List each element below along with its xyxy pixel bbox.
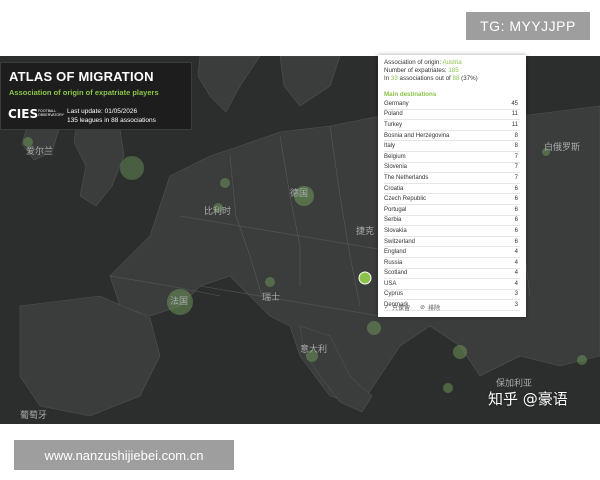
table-row: Bosnia and Herzegovina 8 — [384, 131, 520, 142]
map-label-ireland: 爱尔兰 — [26, 147, 54, 157]
title-panel: ATLAS OF MIGRATION Association of origin… — [0, 62, 192, 130]
bubble-croatia[interactable] — [367, 321, 381, 335]
map-label-france: 法国 — [170, 297, 189, 307]
leagues-count: 135 leagues in 88 associations — [67, 117, 156, 124]
map-label-belgium: 比利时 — [204, 207, 232, 217]
table-row: Germany 45 — [384, 99, 520, 110]
origin-value: Austria — [442, 59, 462, 66]
map-label-czech: 捷克 — [356, 227, 375, 237]
bubble-switzerland[interactable] — [265, 277, 275, 287]
cies-logo: CIES FOOTBALL OBSERVATORY — [8, 107, 64, 123]
bubble-austria-selected[interactable] — [358, 271, 372, 285]
table-row: Portugal 6 — [384, 205, 520, 216]
table-row: The Netherlands 7 — [384, 173, 520, 184]
table-row: Italy 8 — [384, 141, 520, 152]
table-row: Cyprus 3 — [384, 290, 520, 301]
url-tag: www.nanzushijiebei.com.cn — [14, 440, 234, 470]
exclude-button[interactable]: ⊘ 排除 — [420, 303, 440, 312]
keep-only-button[interactable]: ✓ 只保留 — [384, 303, 410, 312]
table-row: Turkey 11 — [384, 120, 520, 131]
table-row: Scotland 4 — [384, 269, 520, 280]
bubble-britain[interactable] — [120, 156, 144, 180]
page-subtitle: Association of origin of expatriate play… — [9, 88, 159, 97]
cies-logo-text: CIES — [8, 107, 39, 121]
table-row: Croatia 6 — [384, 184, 520, 195]
zhihu-watermark: 知乎 @豪语 — [488, 390, 568, 408]
table-row: Belgium 7 — [384, 152, 520, 163]
tg-tag: TG: MYYJJPP — [466, 12, 590, 40]
map-label-portugal: 葡萄牙 — [20, 411, 48, 421]
bubble-netherlands[interactable] — [220, 178, 230, 188]
cies-logo-subtext: FOOTBALL OBSERVATORY — [38, 109, 64, 117]
last-update: Last update: 01/05/2026 — [67, 108, 138, 115]
map-label-germany: 德国 — [290, 189, 309, 199]
exclude-icon: ⊘ — [420, 304, 426, 311]
map-label-switzerland: 瑞士 — [262, 293, 281, 303]
table-row: Slovenia 7 — [384, 163, 520, 174]
map-label-belarus: 白俄罗斯 — [544, 143, 581, 153]
table-row: Serbia 6 — [384, 216, 520, 227]
table-row: Russia 4 — [384, 258, 520, 269]
popup-actions: ✓ 只保留 ⊘ 排除 — [384, 303, 440, 312]
bubble-turkey[interactable] — [577, 355, 587, 365]
page-title: ATLAS OF MIGRATION — [9, 69, 154, 84]
destinations-table: Germany 45 Poland 11 Turkey 11 Bosnia and H… — [384, 99, 520, 311]
origin-line: Association of origin: Austria — [384, 59, 462, 66]
table-row: Czech Republic 6 — [384, 194, 520, 205]
expat-line: Number of expatriates: 185 — [384, 67, 459, 74]
table-row: Poland 11 — [384, 110, 520, 121]
associations-line: In 33 associations out of 88 (37%) — [384, 75, 478, 82]
table-row: Switzerland 6 — [384, 237, 520, 248]
bubble-serbia[interactable] — [453, 345, 467, 359]
main-destinations-title: Main destinations — [384, 91, 437, 98]
destinations-popup: Association of origin: Austria Number of… — [378, 55, 526, 317]
check-icon: ✓ — [384, 304, 390, 311]
table-row: USA 4 — [384, 279, 520, 290]
map-label-italy: 意大利 — [300, 345, 328, 355]
table-row: Slovakia 6 — [384, 226, 520, 237]
table-row: England 4 — [384, 247, 520, 258]
expat-value: 185 — [448, 67, 459, 74]
bubble-bulgaria[interactable] — [443, 383, 453, 393]
